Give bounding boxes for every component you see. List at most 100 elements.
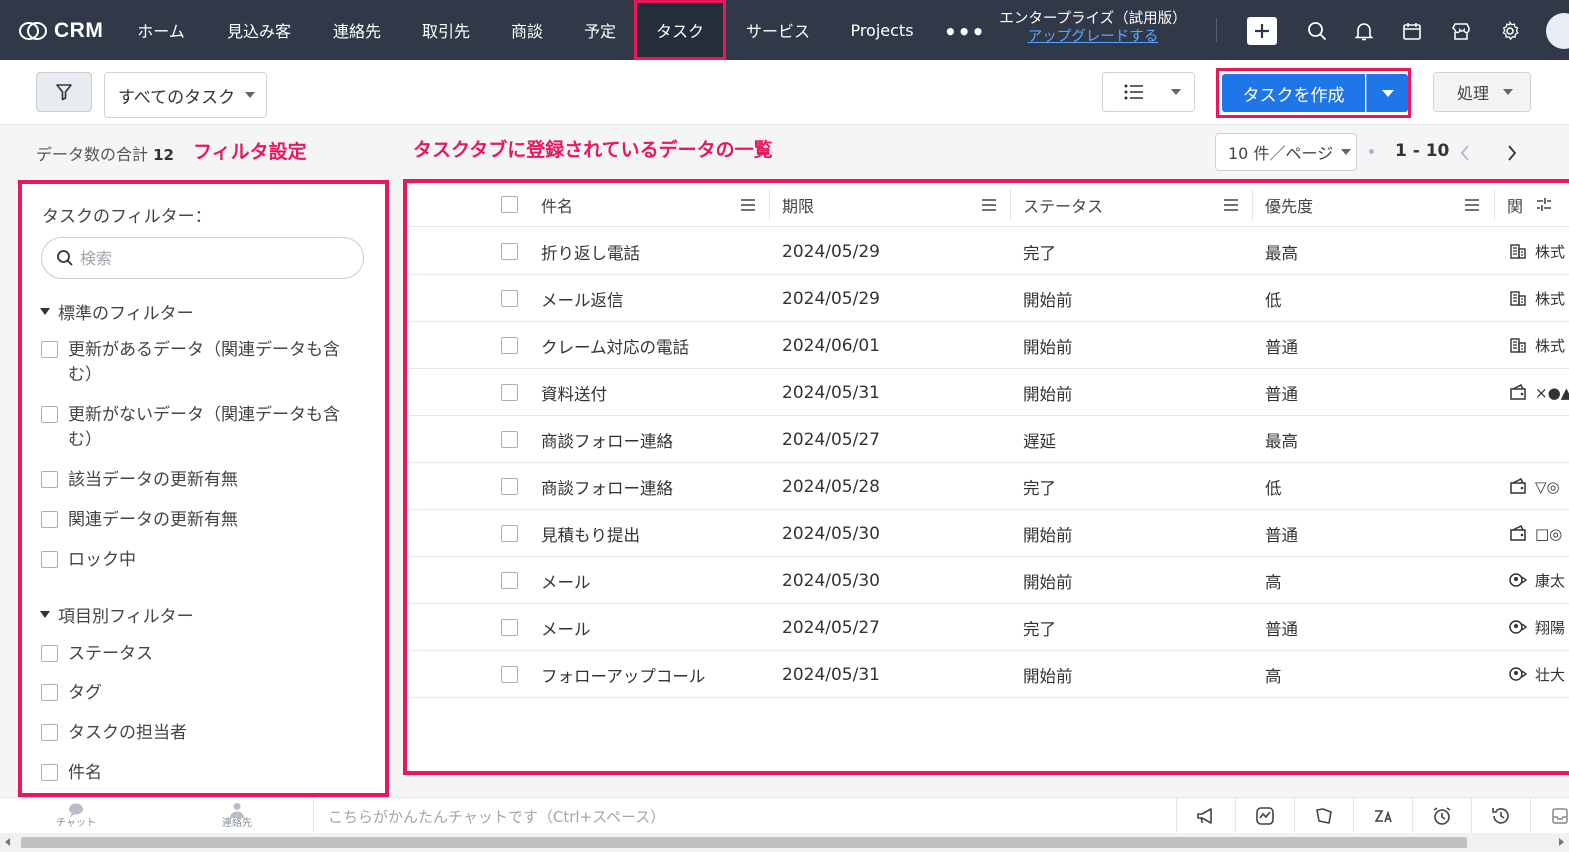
filter-option[interactable]: ロック中 bbox=[41, 548, 341, 573]
column-header-due[interactable]: 期限 bbox=[782, 183, 814, 227]
nav-accounts[interactable]: 取引先 bbox=[413, 0, 479, 60]
column-header-status[interactable]: ステータス bbox=[1023, 183, 1103, 227]
checkbox[interactable] bbox=[41, 471, 58, 488]
table-row[interactable]: メール返信 2024/05/29 開始前 低 株式 bbox=[407, 275, 1569, 322]
checkbox[interactable] bbox=[41, 406, 58, 423]
row-checkbox[interactable] bbox=[501, 384, 518, 401]
settings-button[interactable] bbox=[1498, 19, 1522, 43]
checkbox[interactable] bbox=[41, 724, 58, 741]
custom-view-select[interactable]: すべてのタスク bbox=[104, 72, 267, 118]
checkbox[interactable] bbox=[41, 684, 58, 701]
scroll-left-icon[interactable] bbox=[5, 838, 10, 846]
checkbox[interactable] bbox=[41, 764, 58, 781]
column-settings-icon[interactable] bbox=[1535, 197, 1553, 213]
page-scrollbar[interactable] bbox=[0, 833, 1569, 852]
checkbox[interactable] bbox=[41, 551, 58, 568]
announcement-button[interactable] bbox=[1176, 798, 1235, 834]
menu-icon[interactable] bbox=[1222, 197, 1240, 213]
scrollbar-thumb[interactable] bbox=[21, 837, 1467, 848]
row-checkbox[interactable] bbox=[501, 431, 518, 448]
table-row[interactable]: 見積もり提出 2024/05/30 開始前 普通 □◎ bbox=[407, 510, 1569, 557]
filter-search-input[interactable] bbox=[80, 248, 340, 268]
next-page-button[interactable] bbox=[1503, 142, 1521, 164]
checkbox[interactable] bbox=[41, 645, 58, 662]
cell-related[interactable]: 壮大 bbox=[1535, 651, 1565, 698]
row-checkbox[interactable] bbox=[501, 572, 518, 589]
row-checkbox[interactable] bbox=[501, 619, 518, 636]
history-button[interactable] bbox=[1471, 798, 1530, 834]
column-header-subject[interactable]: 件名 bbox=[541, 183, 573, 227]
cell-related[interactable]: ▽◎ bbox=[1535, 463, 1560, 510]
avatar[interactable] bbox=[1546, 13, 1569, 49]
view-mode-button[interactable] bbox=[1102, 72, 1195, 112]
field-filter-section[interactable]: 項目別フィルター bbox=[40, 602, 194, 627]
checkbox[interactable] bbox=[41, 341, 58, 358]
cell-related[interactable]: 株式 bbox=[1535, 228, 1565, 275]
column-header-related[interactable]: 関 bbox=[1507, 183, 1523, 227]
sticky-button[interactable] bbox=[1294, 798, 1353, 834]
cell-subject[interactable]: 商談フォロー連絡 bbox=[541, 416, 673, 463]
filter-toggle-button[interactable] bbox=[36, 72, 92, 112]
checkbox[interactable] bbox=[41, 511, 58, 528]
nav-services[interactable]: サービス bbox=[738, 0, 818, 60]
nav-leads[interactable]: 見込み客 bbox=[218, 0, 300, 60]
cell-subject[interactable]: クレーム対応の電話 bbox=[541, 322, 689, 369]
create-task-dropdown[interactable] bbox=[1366, 74, 1408, 112]
sketch-button[interactable] bbox=[1235, 798, 1294, 834]
table-row[interactable]: 資料送付 2024/05/31 開始前 普通 ×●▲ bbox=[407, 369, 1569, 416]
marketplace-button[interactable] bbox=[1449, 19, 1473, 43]
nav-contacts[interactable]: 連絡先 bbox=[324, 0, 390, 60]
cell-subject[interactable]: メール返信 bbox=[541, 275, 624, 322]
row-checkbox[interactable] bbox=[501, 525, 518, 542]
menu-icon[interactable] bbox=[739, 197, 757, 213]
cell-related[interactable]: 翔陽 bbox=[1535, 604, 1565, 651]
crm-logo[interactable]: CRM bbox=[18, 17, 103, 45]
scroll-right-icon[interactable] bbox=[1559, 838, 1564, 846]
standard-filter-section[interactable]: 標準のフィルター bbox=[40, 299, 194, 324]
cell-related[interactable]: 株式 bbox=[1535, 275, 1565, 322]
filter-option[interactable]: 該当データの更新有無 bbox=[41, 468, 341, 493]
contacts-button[interactable]: 連絡先 bbox=[207, 802, 267, 832]
search-button[interactable] bbox=[1305, 19, 1329, 43]
table-row[interactable]: クレーム対応の電話 2024/06/01 開始前 普通 株式 bbox=[407, 322, 1569, 369]
cell-subject[interactable]: メール bbox=[541, 557, 591, 604]
cell-subject[interactable]: メール bbox=[541, 604, 591, 651]
filter-option[interactable]: 件名 bbox=[41, 761, 341, 786]
reminder-button[interactable] bbox=[1412, 798, 1471, 834]
row-checkbox[interactable] bbox=[501, 290, 518, 307]
table-row[interactable]: メール 2024/05/30 開始前 高 康太 bbox=[407, 557, 1569, 604]
inbox-button[interactable] bbox=[1530, 798, 1569, 834]
chat-button[interactable]: チャット bbox=[46, 802, 106, 832]
row-checkbox[interactable] bbox=[501, 666, 518, 683]
filter-option[interactable]: 更新があるデータ（関連データも含む） bbox=[41, 338, 341, 388]
quick-chat-input[interactable]: こちらがかんたんチャットです（Ctrl+スペース） bbox=[313, 798, 1175, 834]
cell-subject[interactable]: フォローアップコール bbox=[541, 651, 705, 698]
cell-related[interactable]: □◎ bbox=[1535, 510, 1562, 557]
row-checkbox[interactable] bbox=[501, 478, 518, 495]
cell-subject[interactable]: 資料送付 bbox=[541, 369, 607, 416]
per-page-select[interactable]: 10 件／ページ bbox=[1215, 133, 1357, 171]
menu-icon[interactable] bbox=[1463, 197, 1481, 213]
quick-create-button[interactable] bbox=[1247, 17, 1277, 45]
filter-option[interactable]: 更新がないデータ（関連データも含む） bbox=[41, 403, 341, 453]
filter-option[interactable]: タグ bbox=[41, 681, 341, 706]
filter-option[interactable]: ステータス bbox=[41, 642, 341, 667]
row-checkbox[interactable] bbox=[501, 337, 518, 354]
cell-subject[interactable]: 折り返し電話 bbox=[541, 228, 640, 275]
row-checkbox[interactable] bbox=[501, 243, 518, 260]
column-header-priority[interactable]: 優先度 bbox=[1265, 183, 1313, 227]
nav-events[interactable]: 予定 bbox=[576, 0, 624, 60]
table-row[interactable]: 折り返し電話 2024/05/29 完了 最高 株式 bbox=[407, 228, 1569, 275]
table-row[interactable]: フォローアップコール 2024/05/31 開始前 高 壮大 bbox=[407, 651, 1569, 698]
cell-related[interactable]: 康太 bbox=[1535, 557, 1565, 604]
cell-related[interactable]: 株式 bbox=[1535, 322, 1565, 369]
filter-search[interactable] bbox=[41, 237, 364, 279]
table-row[interactable]: 商談フォロー連絡 2024/05/27 遅延 最高 bbox=[407, 416, 1569, 463]
filter-option[interactable]: タスクの担当者 bbox=[41, 721, 341, 746]
nav-projects[interactable]: Projects bbox=[842, 0, 922, 60]
translate-button[interactable] bbox=[1353, 798, 1412, 834]
nav-tasks[interactable]: タスク bbox=[634, 0, 726, 60]
create-task-button[interactable]: タスクを作成 bbox=[1222, 74, 1365, 112]
actions-button[interactable]: 処理 bbox=[1433, 72, 1531, 112]
calendar-button[interactable] bbox=[1400, 19, 1424, 43]
